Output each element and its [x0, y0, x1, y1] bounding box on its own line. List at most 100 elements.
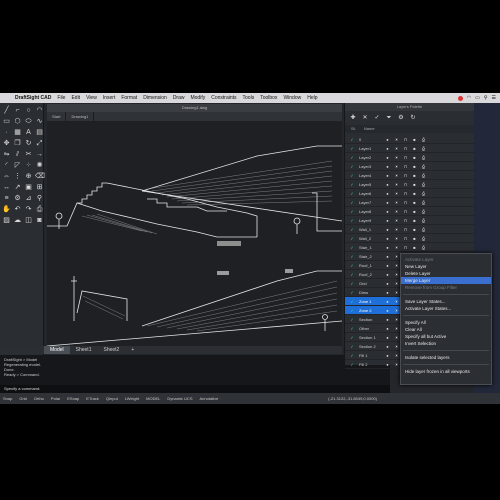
freeze-icon[interactable]: ☀ [392, 182, 401, 187]
lock-icon[interactable]: ⊓ [401, 200, 410, 205]
refresh-icon[interactable]: ↻ [409, 114, 417, 122]
trim-tool-icon[interactable]: ✂ [24, 150, 33, 159]
menu-toolbox[interactable]: Toolbox [257, 95, 280, 101]
drawing-canvas[interactable] [47, 121, 342, 346]
chamfer-tool-icon[interactable]: ◸ [13, 161, 22, 170]
context-menu-item[interactable]: Specify All [401, 319, 491, 326]
layer-row[interactable]: ✓ Stair_1 ● ☀ ⊓ ■ ⎙ [345, 243, 475, 252]
color-swatch-icon[interactable]: ■ [410, 200, 419, 205]
cloud-tool-icon[interactable]: ☁ [13, 216, 22, 225]
context-menu-item[interactable]: New Layer [401, 263, 491, 270]
visibility-icon[interactable]: ● [383, 191, 392, 196]
layer-status-icon[interactable]: ✓ [345, 317, 359, 322]
menu-draw[interactable]: Draw [170, 95, 188, 101]
visibility-icon[interactable]: ● [383, 290, 392, 295]
redo-tool-icon[interactable]: ↷ [24, 205, 33, 214]
lock-icon[interactable]: ⊓ [401, 227, 410, 232]
menu-icon[interactable]: ☰ [492, 95, 496, 101]
layer-status-icon[interactable]: ✓ [345, 344, 359, 349]
layer-status-icon[interactable]: ✓ [345, 353, 359, 358]
menu-file[interactable]: File [54, 95, 68, 101]
layer-row[interactable]: ✓ Layer8 ● ☀ ⊓ ■ ⎙ [345, 207, 475, 216]
settings-icon[interactable]: ⚙ [397, 114, 405, 122]
visibility-icon[interactable]: ● [383, 137, 392, 142]
layer-status-icon[interactable]: ✓ [345, 326, 359, 331]
arc-tool-icon[interactable]: ◠ [35, 106, 44, 115]
color-swatch-icon[interactable]: ■ [410, 146, 419, 151]
context-menu-item[interactable]: Merge Layer [401, 277, 491, 284]
menu-tools[interactable]: Tools [240, 95, 258, 101]
print-icon[interactable]: ⎙ [419, 191, 428, 196]
context-menu-item[interactable]: Hide layer frozen in all viewports [401, 368, 491, 375]
visibility-icon[interactable]: ● [383, 317, 392, 322]
visibility-icon[interactable]: ● [383, 245, 392, 250]
status-esnap[interactable]: ESnap [67, 396, 79, 401]
layer-status-icon[interactable]: ✓ [345, 236, 359, 241]
layer-row[interactable]: ✓ Layer1 ● ☀ ⊓ ■ ⎙ [345, 144, 475, 153]
add-sheet-button[interactable]: + [125, 346, 140, 354]
break-tool-icon[interactable]: ⋮ [13, 172, 22, 181]
status-etrack[interactable]: ETrack [86, 396, 99, 401]
color-swatch-icon[interactable]: ■ [410, 137, 419, 142]
array-tool-icon[interactable]: ⁘ [24, 161, 33, 170]
new-layer-icon[interactable]: ✚ [349, 114, 357, 122]
tab-drawing1[interactable]: Drawing1 [66, 112, 95, 121]
status-ortho[interactable]: Ortho [34, 396, 44, 401]
layer-status-icon[interactable]: ✓ [345, 362, 359, 367]
visibility-icon[interactable]: ● [383, 335, 392, 340]
layer-row[interactable]: ✓ Layer3 ● ☀ ⊓ ■ ⎙ [345, 162, 475, 171]
leader-tool-icon[interactable]: ↗ [13, 183, 22, 192]
layer-row[interactable]: ✓ Layer2 ● ☀ ⊓ ■ ⎙ [345, 153, 475, 162]
visibility-icon[interactable]: ● [383, 236, 392, 241]
layer-status-icon[interactable]: ✓ [345, 308, 359, 313]
context-menu-item[interactable]: Isolate selected layers [401, 354, 491, 361]
dimension-tool-icon[interactable]: ↔ [2, 183, 11, 192]
visibility-icon[interactable]: ● [383, 227, 392, 232]
freeze-icon[interactable]: ☀ [392, 155, 401, 160]
menu-help[interactable]: Help [304, 95, 320, 101]
layer-status-icon[interactable]: ✓ [345, 209, 359, 214]
status-dynamic-ucs[interactable]: Dynamic UCS [167, 396, 192, 401]
spline-tool-icon[interactable]: ∿ [35, 117, 44, 126]
layer-row[interactable]: ✓ Wall_1 ● ☀ ⊓ ■ ⎙ [345, 225, 475, 234]
layer-status-icon[interactable]: ✓ [345, 263, 359, 268]
battery-icon[interactable]: ▭ [475, 95, 480, 101]
lock-icon[interactable]: ⊓ [401, 209, 410, 214]
freeze-icon[interactable]: ☀ [392, 218, 401, 223]
insert-tool-icon[interactable]: ⊞ [35, 183, 44, 192]
menu-constraints[interactable]: Constraints [208, 95, 239, 101]
table-tool-icon[interactable]: ▤ [35, 128, 44, 137]
image-tool-icon[interactable]: ▨ [2, 216, 11, 225]
lock-icon[interactable]: ⊓ [401, 191, 410, 196]
layer-row[interactable]: ✓ Layer6 ● ☀ ⊓ ■ ⎙ [345, 189, 475, 198]
block-tool-icon[interactable]: ▣ [24, 183, 33, 192]
status-model[interactable]: MODEL [146, 396, 160, 401]
print-icon[interactable]: ⎙ [419, 146, 428, 151]
zoom-tool-icon[interactable]: ⚲ [35, 194, 44, 203]
menu-view[interactable]: View [83, 95, 100, 101]
fillet-tool-icon[interactable]: ◜ [2, 161, 11, 170]
layer-status-icon[interactable]: ✓ [345, 137, 359, 142]
tab-sheet2[interactable]: Sheet2 [97, 346, 125, 354]
point-tool-icon[interactable]: · [2, 128, 11, 137]
properties-tool-icon[interactable]: ⚙ [13, 194, 22, 203]
status-snap[interactable]: Snap [3, 396, 12, 401]
lock-icon[interactable]: ⊓ [401, 245, 410, 250]
lock-icon[interactable]: ⊓ [401, 236, 410, 241]
layer-row[interactable]: ✓ Layer5 ● ☀ ⊓ ■ ⎙ [345, 180, 475, 189]
context-menu-item[interactable]: Invert Selection [401, 340, 491, 347]
layer-status-icon[interactable]: ✓ [345, 182, 359, 187]
menu-app-name[interactable]: DraftSight CAD [12, 95, 54, 101]
rotate-tool-icon[interactable]: ↻ [24, 139, 33, 148]
layer-status-icon[interactable]: ✓ [345, 281, 359, 286]
visibility-icon[interactable]: ● [383, 164, 392, 169]
visibility-icon[interactable]: ● [383, 200, 392, 205]
layer-row[interactable]: ✓ Layer4 ● ☀ ⊓ ■ ⎙ [345, 171, 475, 180]
menu-edit[interactable]: Edit [68, 95, 83, 101]
freeze-icon[interactable]: ☀ [392, 227, 401, 232]
explode-tool-icon[interactable]: ✺ [35, 161, 44, 170]
menu-insert[interactable]: Insert [100, 95, 119, 101]
layer-status-icon[interactable]: ✓ [345, 227, 359, 232]
stretch-tool-icon[interactable]: ⇔ [2, 172, 11, 181]
move-tool-icon[interactable]: ✥ [2, 139, 11, 148]
